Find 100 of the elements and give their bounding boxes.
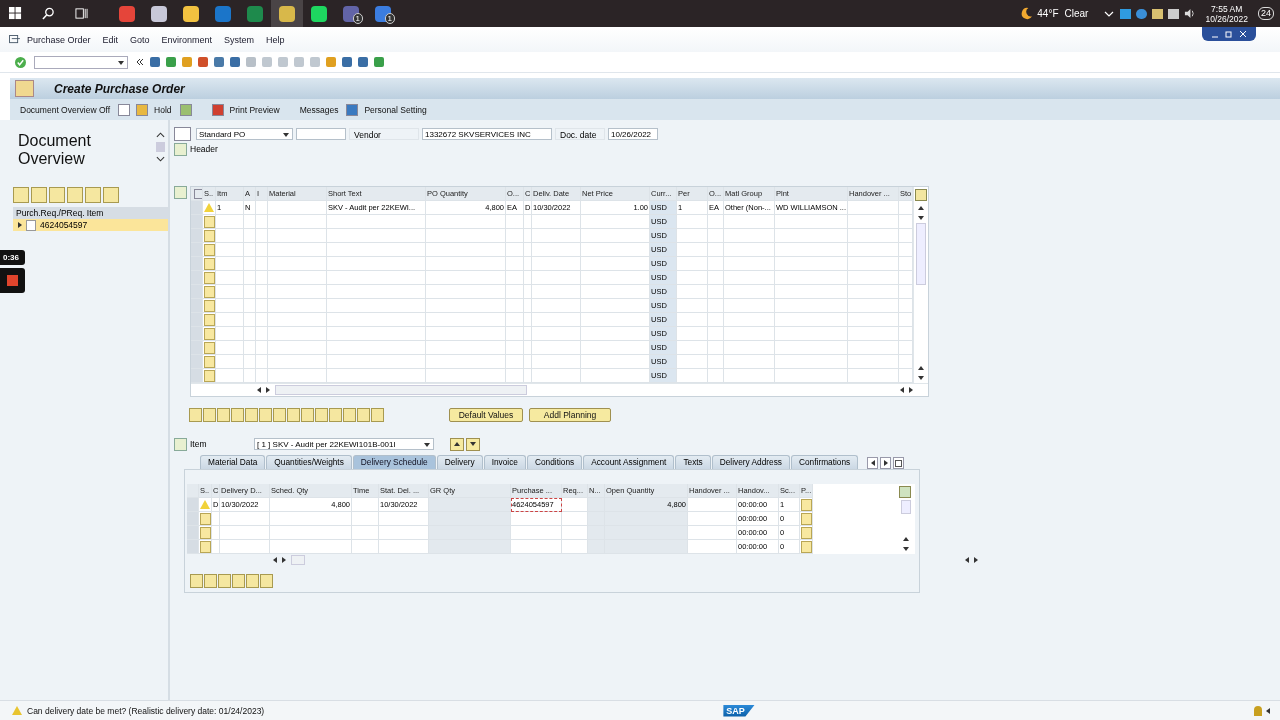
taskbar-button[interactable] — [271, 0, 303, 27]
planning-button[interactable]: Addl Planning — [529, 408, 611, 422]
scroll-left-icon[interactable] — [257, 387, 261, 393]
scroll-down-icon[interactable] — [903, 547, 909, 551]
task-view-icon[interactable] — [75, 7, 88, 20]
table-cell — [244, 355, 256, 369]
input-field[interactable] — [296, 128, 346, 140]
scroll-right-icon[interactable] — [266, 387, 270, 393]
column-header[interactable]: Purch.Req./PReq. Item — [13, 207, 168, 219]
table-cell — [848, 341, 899, 355]
scroll-right-icon[interactable] — [974, 557, 978, 563]
toolbar-button[interactable]: Print Preview — [229, 104, 280, 115]
table-cell — [724, 327, 775, 341]
table-cell — [244, 229, 256, 243]
restore-button[interactable] — [1224, 29, 1234, 39]
previous-item-button[interactable] — [450, 437, 464, 451]
tab[interactable]: Delivery Schedule — [352, 455, 436, 469]
scroll-up-icon[interactable] — [918, 366, 924, 370]
scroll-right-icon[interactable] — [909, 387, 913, 393]
table-cell — [506, 327, 524, 341]
input-field[interactable]: 10/26/2022 — [608, 128, 658, 140]
tab[interactable]: Delivery — [436, 455, 483, 469]
expand-icon[interactable] — [174, 186, 187, 199]
scroll-up-icon[interactable] — [903, 537, 909, 541]
table-cell — [352, 498, 379, 512]
menu-item[interactable]: Environment — [161, 34, 213, 45]
scroll-thumb[interactable] — [901, 500, 911, 514]
scroll-left-button[interactable] — [867, 457, 879, 469]
scroll-thumb[interactable] — [916, 223, 926, 285]
toolbar-button[interactable]: Personal Setting — [364, 104, 427, 115]
tab[interactable]: Confirmations — [791, 455, 859, 469]
table-cell — [848, 215, 899, 229]
scroll-left-icon[interactable] — [965, 557, 969, 563]
scroll-right-button[interactable] — [880, 457, 892, 469]
tab[interactable]: Invoice — [483, 455, 526, 469]
speaker-icon[interactable] — [1184, 8, 1196, 19]
next-item-button[interactable] — [466, 437, 480, 451]
default-values-button[interactable]: Default Values — [449, 408, 523, 422]
tab[interactable]: Account Assignment — [583, 455, 675, 469]
table-cell — [848, 229, 899, 243]
section-label[interactable]: Header — [190, 143, 218, 155]
scroll-left-icon[interactable] — [900, 387, 904, 393]
scroll-thumb[interactable] — [155, 142, 165, 152]
scroll-right-icon[interactable] — [282, 557, 286, 563]
app-icon — [15, 80, 34, 97]
table-cell — [506, 229, 524, 243]
table-cell — [688, 512, 737, 526]
tab[interactable]: Texts — [675, 455, 711, 469]
close-button[interactable] — [1238, 29, 1248, 39]
table-cell — [677, 313, 708, 327]
tab[interactable]: Material Data — [200, 455, 266, 469]
scroll-up-icon[interactable] — [155, 132, 165, 138]
menu-item[interactable]: System — [224, 34, 255, 45]
table-cell — [708, 299, 724, 313]
menu-item[interactable]: Edit — [102, 34, 119, 45]
table-cell — [688, 526, 737, 540]
expand-icon[interactable] — [174, 142, 187, 156]
table-cell — [352, 526, 379, 540]
scroll-down-icon[interactable] — [155, 156, 165, 162]
tab-list-button[interactable] — [893, 457, 905, 469]
notification-button[interactable]: 24 — [1258, 7, 1274, 20]
dropdown[interactable]: Standard PO — [196, 128, 293, 140]
tree-label[interactable]: 4624054597 — [40, 219, 88, 231]
collapse-icon[interactable] — [1266, 707, 1270, 714]
taskbar-button[interactable]: 1 — [335, 0, 367, 27]
scroll-thumb[interactable] — [291, 555, 305, 565]
tab[interactable]: Quantities/Weights — [266, 455, 352, 469]
scroll-down-icon[interactable] — [918, 376, 924, 380]
notification-badge: 1 — [384, 13, 395, 24]
stop-button[interactable] — [0, 268, 25, 293]
toolbar-button[interactable]: Document Overview Off — [20, 104, 111, 115]
menu-item[interactable]: Help — [266, 34, 285, 45]
input-field[interactable]: 1332672 SKVSERVICES INC — [422, 128, 552, 140]
scroll-left-icon[interactable] — [273, 557, 277, 563]
scroll-up-icon[interactable] — [918, 206, 924, 210]
toolbar-button[interactable]: Messages — [299, 104, 339, 115]
tab[interactable]: Delivery Address — [711, 455, 790, 469]
document-icon[interactable] — [118, 103, 131, 116]
table-cell — [724, 215, 775, 229]
select-all-button[interactable] — [191, 187, 203, 201]
dropdown[interactable]: [ 1 ] SKV - Audit per 22KEWI101B-001I — [254, 438, 434, 450]
collapse-icon[interactable] — [136, 58, 144, 66]
expander-icon[interactable] — [18, 222, 22, 228]
tree-item[interactable]: 4624054597 — [13, 219, 168, 231]
weather-condition: Clear — [1064, 8, 1089, 19]
toolbar-button[interactable]: Hold — [154, 104, 172, 115]
scroll-thumb[interactable] — [275, 385, 527, 395]
tab[interactable]: Conditions — [526, 455, 583, 469]
chevron-icon[interactable] — [1104, 10, 1115, 17]
enter-icon[interactable] — [15, 56, 26, 68]
menu-icon[interactable] — [9, 35, 20, 44]
table-cell — [352, 540, 379, 554]
table-cell — [244, 243, 256, 257]
taskbar-button[interactable]: 1 — [367, 0, 399, 27]
windows-icon[interactable] — [9, 7, 22, 20]
menu-item[interactable]: Goto — [130, 34, 150, 45]
search-icon[interactable] — [42, 7, 55, 20]
field-label: Doc. date — [555, 128, 605, 140]
command-field[interactable] — [34, 55, 128, 69]
menu-item[interactable]: Purchase Order — [27, 34, 91, 45]
